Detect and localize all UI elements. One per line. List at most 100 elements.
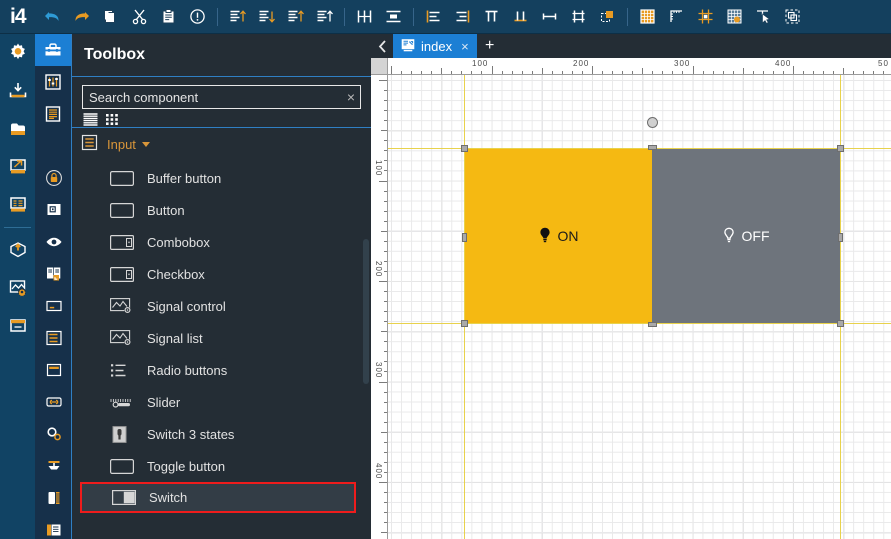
same-width-button[interactable]	[537, 4, 562, 29]
component-item-slider[interactable]: Slider	[72, 386, 372, 418]
rail-item-panel[interactable]	[0, 307, 35, 345]
side-icon-text-field[interactable]	[36, 290, 72, 322]
component-item-radio-buttons[interactable]: Radio buttons	[72, 354, 372, 386]
side-icon-valve[interactable]	[36, 450, 72, 482]
rail2-item-properties[interactable]	[35, 66, 71, 98]
side-icon-config[interactable]	[36, 418, 72, 450]
redo-button[interactable]	[69, 4, 94, 29]
grid-icon	[639, 9, 655, 24]
copy-button[interactable]	[98, 4, 123, 29]
snap-grid-button[interactable]	[693, 4, 718, 29]
component-item-checkbox[interactable]: Checkbox	[72, 258, 372, 290]
resize-handle-n[interactable]	[648, 145, 657, 150]
side-icon-visibility[interactable]	[36, 226, 72, 258]
rail-item-image-settings[interactable]	[0, 269, 35, 307]
distribute-vertical-button[interactable]	[381, 4, 406, 29]
ruler-label-h: 200	[573, 59, 590, 68]
align-bottom-button[interactable]	[254, 4, 279, 29]
side-icon-table[interactable]	[36, 322, 72, 354]
resize-handle-ne[interactable]	[837, 145, 844, 152]
align-center-top-button[interactable]	[479, 4, 504, 29]
vertical-ruler[interactable]: 100 200 300 400	[371, 75, 388, 539]
search-box[interactable]: ×	[82, 85, 361, 109]
component-item-signal-control[interactable]: Signal control	[72, 290, 372, 322]
toolbox-scrollbar[interactable]	[363, 239, 369, 384]
tab-index[interactable]: index ×	[393, 34, 477, 58]
list-view-icon[interactable]	[83, 112, 99, 126]
switch-on-half[interactable]: ON	[465, 149, 652, 323]
rail-item-export[interactable]	[0, 148, 35, 186]
bring-to-front-button[interactable]	[595, 4, 620, 29]
align-left-edges-icon	[288, 10, 304, 22]
add-tab-button[interactable]: +	[477, 34, 503, 58]
component-item-switch-3-states[interactable]: Switch 3 states	[72, 418, 372, 450]
rail-item-import[interactable]	[0, 72, 35, 110]
toolbar-separator	[216, 7, 218, 26]
info-button[interactable]	[185, 4, 210, 29]
align-top-button[interactable]	[225, 4, 250, 29]
component-item-combobox[interactable]: Combobox	[72, 226, 372, 258]
ruler-tick	[592, 66, 593, 74]
component-item-switch[interactable]: Switch	[80, 482, 356, 513]
side-icon-link[interactable]	[36, 386, 72, 418]
side-icon-library[interactable]	[36, 258, 72, 290]
category-row-input[interactable]: Input	[72, 128, 371, 160]
lock-icon	[46, 170, 62, 186]
rail2-item-toolbox[interactable]	[35, 34, 71, 66]
rail-item-reports[interactable]	[0, 186, 35, 224]
component-item-toggle-button[interactable]: Toggle button	[72, 450, 372, 482]
side-icon-screen[interactable]	[36, 194, 72, 226]
side-icon-lock[interactable]	[36, 162, 72, 194]
rotate-handle[interactable]	[647, 117, 658, 128]
resize-handle-s[interactable]	[648, 322, 657, 327]
eye-icon	[46, 237, 62, 247]
chevron-down-icon[interactable]	[141, 141, 150, 147]
clear-search-icon[interactable]: ×	[347, 88, 355, 106]
paste-button[interactable]	[156, 4, 181, 29]
cut-button[interactable]	[127, 4, 152, 29]
rail2-item-list[interactable]	[35, 98, 71, 130]
combobox-icon	[110, 234, 136, 250]
ruler-tick	[843, 68, 845, 74]
distribute-horizontal-button[interactable]	[352, 4, 377, 29]
search-input[interactable]	[83, 86, 360, 108]
component-item-buffer-button[interactable]: Buffer button	[72, 162, 372, 194]
lightbulb-outline-icon	[723, 227, 735, 246]
rail-item-settings[interactable]	[0, 34, 35, 72]
switch-widget[interactable]: ON OFF	[465, 149, 840, 323]
align-center-bottom-button[interactable]	[508, 4, 533, 29]
rail-item-archive[interactable]	[0, 110, 35, 148]
ruler-button[interactable]	[664, 4, 689, 29]
same-height-button[interactable]	[566, 4, 591, 29]
component-item-signal-list[interactable]: Signal list	[72, 322, 372, 354]
design-canvas[interactable]: ON OFF	[388, 75, 891, 539]
undo-button[interactable]	[40, 4, 65, 29]
grid-view-icon[interactable]	[105, 112, 121, 126]
resize-handle-w[interactable]	[462, 233, 467, 242]
cursor-button[interactable]	[751, 4, 776, 29]
resize-handle-nw[interactable]	[461, 145, 468, 152]
horizontal-ruler[interactable]: 100 200 300 400 50	[388, 58, 891, 75]
ruler-label-v: 200	[374, 261, 383, 278]
side-icon-device[interactable]	[36, 514, 72, 539]
tab-scroll-back-button[interactable]	[371, 34, 393, 58]
align-right-edges-button[interactable]	[312, 4, 337, 29]
resize-handle-sw[interactable]	[461, 320, 468, 327]
grid-button[interactable]	[635, 4, 660, 29]
switch-off-half[interactable]: OFF	[652, 149, 840, 323]
tab-close-icon[interactable]: ×	[461, 39, 469, 54]
resize-handle-e[interactable]	[838, 233, 843, 242]
container-icon	[46, 363, 62, 377]
ruler-tick	[381, 532, 387, 534]
side-icon-tank[interactable]	[36, 482, 72, 514]
align-right-button[interactable]	[450, 4, 475, 29]
resize-handle-se[interactable]	[837, 320, 844, 327]
align-left-edges-button[interactable]	[283, 4, 308, 29]
align-left-button[interactable]	[421, 4, 446, 29]
rail-item-deploy[interactable]	[0, 231, 35, 269]
grid-settings-button[interactable]	[722, 4, 747, 29]
component-item-button[interactable]: Button	[72, 194, 372, 226]
component-list[interactable]: Buffer button Button Combobox Checkbox S…	[72, 162, 372, 539]
side-icon-container[interactable]	[36, 354, 72, 386]
group-objects-button[interactable]	[780, 4, 805, 29]
